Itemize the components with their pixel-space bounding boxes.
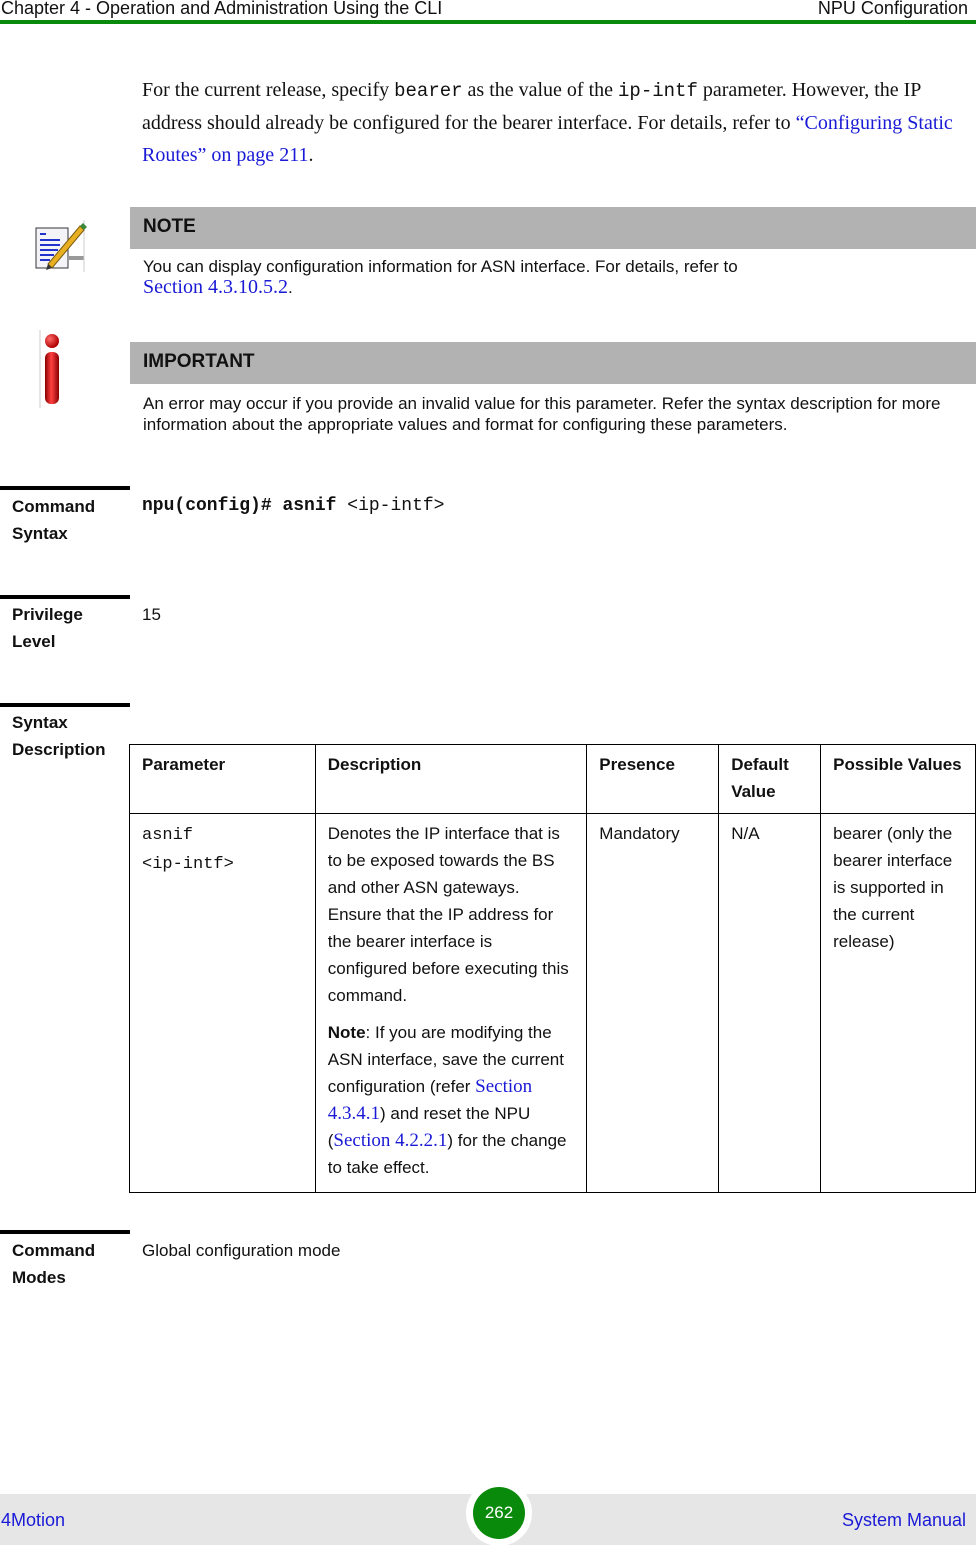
label-line: Privilege bbox=[12, 605, 83, 624]
label-line: Description bbox=[12, 740, 106, 759]
code-bearer: bearer bbox=[394, 80, 463, 102]
note-label: Note bbox=[327, 1023, 366, 1042]
header-rule bbox=[0, 20, 976, 24]
label-line: Syntax bbox=[12, 524, 68, 543]
syntax-description-label: Syntax Description bbox=[12, 709, 127, 763]
cli-argument: <ip-intf> bbox=[347, 496, 445, 516]
description-text: Denotes the IP interface that is to be e… bbox=[327, 824, 569, 1005]
label-line: Level bbox=[12, 632, 56, 651]
section-rule bbox=[0, 1230, 130, 1234]
column-header: Possible Values bbox=[820, 744, 976, 814]
command-syntax-value: npu(config)# asnif <ip-intf> bbox=[142, 496, 444, 516]
intro-text: . bbox=[308, 144, 314, 166]
privilege-level-value: 15 bbox=[142, 605, 161, 624]
important-header: IMPORTANT bbox=[130, 342, 976, 384]
important-title: IMPORTANT bbox=[143, 351, 255, 372]
note-body: You can display configuration informatio… bbox=[143, 256, 963, 298]
page-header: Chapter 4 - Operation and Administration… bbox=[0, 0, 976, 24]
label-line: Modes bbox=[12, 1268, 66, 1287]
cli-command: asnif bbox=[282, 496, 337, 516]
column-header: Description bbox=[314, 744, 588, 814]
possible-values-cell: bearer (only the bearer interface is sup… bbox=[820, 813, 976, 1193]
parameter-cell: asnif <ip-intf> bbox=[129, 813, 316, 1193]
privilege-level-label: Privilege Level bbox=[12, 601, 127, 655]
default-value-cell: N/A bbox=[718, 813, 822, 1193]
section-title: NPU Configuration bbox=[817, 0, 968, 18]
code-ip-intf: ip-intf bbox=[618, 80, 698, 102]
description-cell: Denotes the IP interface that is to be e… bbox=[314, 813, 588, 1193]
intro-text: as the value of the bbox=[462, 79, 619, 101]
command-syntax-label: Command Syntax bbox=[12, 493, 127, 547]
command-modes-value: Global configuration mode bbox=[142, 1241, 341, 1260]
table-header-row: Parameter Description Presence Default V… bbox=[129, 744, 976, 814]
section-rule bbox=[0, 595, 130, 599]
document-title: System Manual bbox=[841, 1510, 966, 1530]
column-header: Parameter bbox=[129, 744, 316, 814]
note-header: NOTE bbox=[130, 207, 976, 249]
syntax-description-table: Parameter Description Presence Default V… bbox=[129, 744, 976, 1193]
page-number: 262 bbox=[473, 1487, 525, 1539]
column-header: Default Value bbox=[718, 744, 822, 814]
label-line: Command bbox=[12, 497, 96, 516]
page-footer: 4Motion 262 System Manual bbox=[0, 1480, 976, 1546]
label-line: Command bbox=[12, 1241, 96, 1260]
important-info-icon bbox=[38, 328, 68, 415]
parameter-name: asnif bbox=[142, 826, 194, 845]
note-suffix: . bbox=[288, 278, 293, 297]
label-line: Syntax bbox=[12, 713, 68, 732]
table-row: asnif <ip-intf> Denotes the IP interface… bbox=[129, 813, 976, 1193]
cli-prompt: npu(config)# bbox=[142, 496, 272, 516]
description-note: Note: If you are modifying the ASN inter… bbox=[328, 1019, 575, 1181]
section-rule bbox=[0, 486, 130, 490]
presence-cell: Mandatory bbox=[586, 813, 720, 1193]
section-rule bbox=[0, 703, 130, 707]
important-body: An error may occur if you provide an inv… bbox=[143, 393, 963, 435]
intro-text: For the current release, specify bbox=[142, 79, 395, 101]
note-pencil-icon bbox=[34, 220, 88, 277]
intro-paragraph: For the current release, specify bearer … bbox=[142, 74, 976, 171]
column-header: Presence bbox=[586, 744, 720, 814]
chapter-title: Chapter 4 - Operation and Administration… bbox=[1, 0, 443, 18]
section-4-3-10-5-2-link[interactable]: Section 4.3.10.5.2 bbox=[143, 276, 288, 298]
product-name: 4Motion bbox=[1, 1510, 66, 1530]
note-text: You can display configuration informatio… bbox=[143, 257, 738, 276]
section-4-2-2-1-link[interactable]: Section 4.2.2.1 bbox=[333, 1130, 447, 1151]
command-modes-label: Command Modes bbox=[12, 1237, 127, 1291]
parameter-arg: <ip-intf> bbox=[142, 855, 234, 874]
note-title: NOTE bbox=[143, 216, 196, 237]
important-text: An error may occur if you provide an inv… bbox=[143, 394, 941, 434]
